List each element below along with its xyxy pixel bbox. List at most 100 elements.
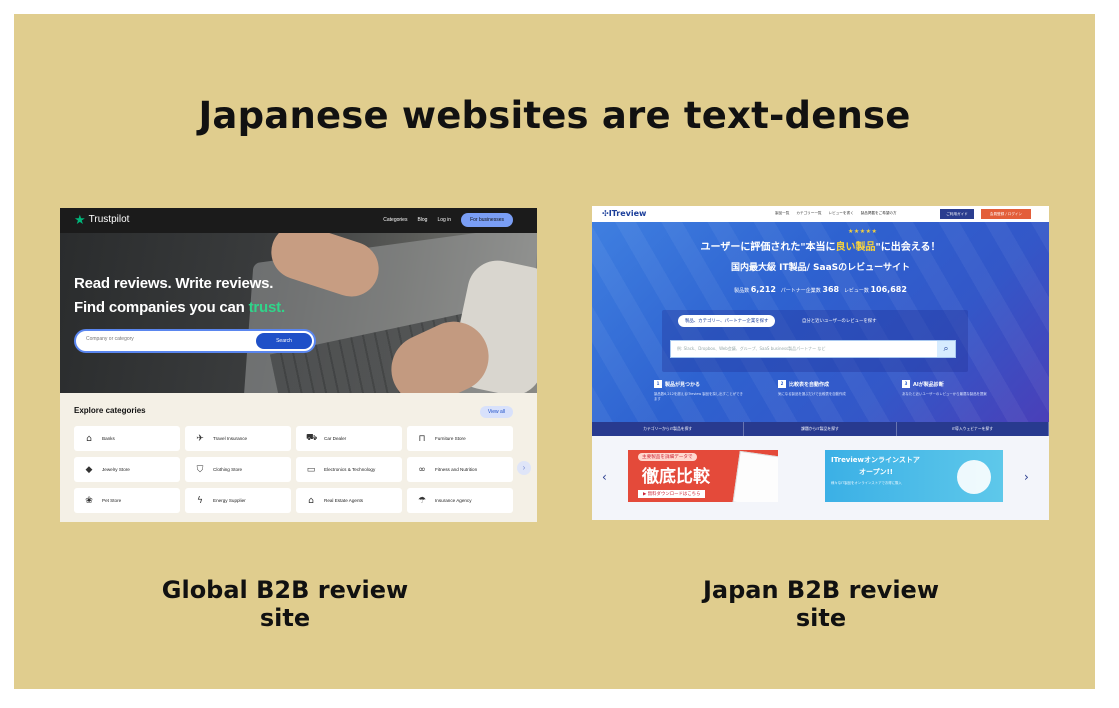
signup-login-button[interactable]: 会員登録 / ログイン	[981, 209, 1031, 219]
category-card-car-dealer[interactable]: ⛟ Car Dealer	[296, 426, 402, 451]
comparison-banner[interactable]: 主要製品を詳細データで 徹底比較 ▶ 無料ダウンロードはこちら	[628, 450, 778, 502]
nav-link-products[interactable]: 製品一覧	[775, 211, 789, 216]
category-label: Car Dealer	[324, 436, 347, 441]
banner-top-text: 主要製品を詳細データで	[638, 453, 697, 461]
airplane-icon: ✈	[196, 433, 204, 444]
feature-text: 製品数6,212を超えるITreview 製品を探し出すことができます	[654, 392, 743, 401]
search-button[interactable]: Search	[256, 333, 312, 349]
feature-text: 気になる製品を選ぶだけで比較表を自動作成	[778, 392, 846, 396]
itreview-nav: ✣ITreview 製品一覧 カテゴリー一覧 レビューを書く 製品掲載をご希望の…	[592, 206, 1049, 222]
feature-title: 2 比較表を自動作成	[778, 380, 870, 388]
category-card-travel-insurance[interactable]: ✈ Travel Insurance	[185, 426, 291, 451]
slide-headline: Japanese websites are text-dense	[198, 94, 911, 137]
nav-link-listing[interactable]: 製品掲載をご希望の方	[861, 211, 897, 216]
trustpilot-hero: Read reviews. Write reviews. Find compan…	[60, 233, 537, 393]
banner-body-text: 様々なIT製品をオンラインストアでお得に購入	[831, 481, 902, 485]
banner-carousel: ‹ 主要製品を詳細データで 徹底比較 ▶ 無料ダウンロードはこちら ITrevi…	[592, 436, 1049, 520]
search-placeholder: Company or category	[86, 336, 134, 342]
trustpilot-search-input[interactable]: Company or category Search	[74, 329, 316, 353]
category-grid: ⌂ Banks ✈ Travel Insurance ⛟ Car Dealer ⊓ Fu…	[74, 426, 513, 513]
tab-product-search[interactable]: 製品、カテゴリー、パートナー企業を探す	[678, 315, 776, 327]
hero-title-prefix: ユーザーに評価された"本当に	[700, 242, 836, 253]
itreview-search-input[interactable]: 例: Slack、Dropbox、Web会議、グループ、SaaS busines…	[670, 340, 956, 358]
feature-item: 3 AIが製品診断 あなたと近いユーザーのレビューから最適な製品を提案	[902, 380, 994, 402]
category-card-electronics[interactable]: ▭ Electronics & Technology	[296, 457, 402, 482]
feature-item: 2 比較表を自動作成 気になる製品を選ぶだけで比較表を自動作成	[778, 380, 870, 402]
tab-user-search[interactable]: 自分と近いユーザーのレビューを探す	[802, 318, 877, 324]
category-label: Jewelry Store	[102, 467, 130, 472]
trustpilot-nav: ★ Trustpilot Categories Blog Log in For …	[60, 208, 537, 233]
hero-heading-accent: trust.	[248, 299, 286, 316]
feature-title-text: AIが製品診断	[913, 381, 944, 388]
category-label: Travel Insurance	[213, 436, 248, 441]
category-card-energy-supplier[interactable]: ϟ Energy Supplier	[185, 488, 291, 513]
view-all-button[interactable]: View all	[479, 406, 513, 418]
for-businesses-button[interactable]: For businesses	[461, 213, 513, 227]
feature-title-text: 比較表を自動作成	[789, 381, 830, 388]
category-label: Clothing Store	[213, 467, 243, 472]
nav-link-categories[interactable]: Categories	[383, 217, 407, 223]
itreview-logo[interactable]: ✣ITreview	[602, 209, 646, 218]
nav-link-write-review[interactable]: レビューを書く	[829, 211, 854, 216]
itreview-nav-links: 製品一覧 カテゴリー一覧 レビューを書く 製品掲載をご希望の方	[775, 211, 897, 216]
category-label: Pet Store	[102, 498, 122, 503]
category-card-banks[interactable]: ⌂ Banks	[74, 426, 180, 451]
slide-background: Japanese websites are text-dense ★ Trust…	[14, 14, 1095, 689]
itreview-hero: ★★★★★ ユーザーに評価された"本当に良い製品"に出会える！ 国内最大級 IT…	[592, 222, 1049, 422]
banner-cta: ▶ 無料ダウンロードはこちら	[638, 490, 706, 498]
lightning-icon: ϟ	[197, 495, 203, 506]
feature-number: 1	[654, 380, 662, 388]
itreview-logo-text: ITreview	[608, 209, 647, 218]
category-label: Fitness and Nutrition	[435, 467, 478, 472]
stat-partners-label: パートナー企業数	[780, 288, 821, 294]
category-bar-item[interactable]: 課題からIT製品を探す	[744, 422, 897, 436]
category-label: Insurance Agency	[435, 498, 472, 503]
logo-mark-icon: ✣	[602, 209, 609, 218]
stat-products-label: 製品数	[734, 288, 750, 294]
category-bar-item[interactable]: カテゴリーからIT製品を探す	[592, 422, 745, 436]
guide-button[interactable]: ご利用ガイド	[940, 209, 974, 219]
chevron-right-icon[interactable]: ›	[1024, 470, 1029, 484]
category-card-real-estate[interactable]: ⌂ Real Estate Agents	[296, 488, 402, 513]
paw-icon: ❀	[85, 495, 93, 506]
feature-title: 3 AIが製品診断	[902, 380, 994, 388]
trustpilot-logo[interactable]: ★ Trustpilot	[74, 213, 129, 226]
itreview-screenshot: ✣ITreview 製品一覧 カテゴリー一覧 レビューを書く 製品掲載をご希望の…	[592, 206, 1049, 520]
category-label: Electronics & Technology	[324, 467, 376, 472]
hero-title-highlight: 良い製品	[835, 242, 876, 253]
feature-text: あなたと近いユーザーのレビューから最適な製品を提案	[902, 392, 987, 396]
online-store-banner[interactable]: ITreviewオンラインストア オープン!! 様々なIT製品をオンラインストア…	[825, 450, 1003, 502]
bank-icon: ⌂	[86, 433, 92, 444]
banner-main-text: ITreviewオンラインストア	[831, 456, 920, 464]
hero-stats: 製品数 6,212 パートナー企業数 368 レビュー数 106,682	[592, 285, 1049, 294]
category-bar: カテゴリーからIT製品を探す 課題からIT製品を探す IT導入ウェビナーを探す	[592, 422, 1049, 436]
category-card-pet-store[interactable]: ❀ Pet Store	[74, 488, 180, 513]
feature-item: 1 製品が見つかる 製品数6,212を超えるITreview 製品を探し出すことが…	[654, 380, 746, 402]
category-card-clothing-store[interactable]: ⛉ Clothing Store	[185, 457, 291, 482]
rating-stars-icon: ★★★★★	[848, 228, 878, 235]
diamond-icon: ◆	[85, 464, 93, 475]
hero-subtitle: 国内最大級 IT製品/ SaaSのレビューサイト	[731, 263, 910, 273]
caption-global: Global B2B review site	[161, 576, 409, 632]
category-card-insurance-agency[interactable]: ☂ Insurance Agency	[407, 488, 513, 513]
caption-japan: Japan B2B review site	[702, 576, 939, 632]
feature-title: 1 製品が見つかる	[654, 380, 746, 388]
trustpilot-screenshot: ★ Trustpilot Categories Blog Log in For …	[60, 208, 537, 522]
search-icon[interactable]: ⌕	[937, 341, 955, 357]
stat-reviews-label: レビュー数	[843, 288, 869, 294]
nav-link-login[interactable]: Log in	[437, 217, 451, 223]
sofa-icon: ⊓	[418, 433, 426, 444]
search-placeholder: 例: Slack、Dropbox、Web会議、グループ、SaaS busines…	[677, 346, 826, 351]
category-label: Real Estate Agents	[324, 498, 364, 503]
chevron-left-icon[interactable]: ‹	[602, 470, 607, 484]
feature-number: 3	[902, 380, 910, 388]
hero-heading-line1: Read reviews. Write reviews.	[74, 275, 274, 292]
shirt-icon: ⛉	[196, 464, 204, 475]
nav-link-categories[interactable]: カテゴリー一覧	[796, 211, 821, 216]
chevron-right-icon[interactable]: ›	[517, 461, 531, 475]
nav-link-blog[interactable]: Blog	[417, 217, 427, 223]
category-bar-item[interactable]: IT導入ウェビナーを探す	[897, 422, 1049, 436]
category-card-furniture-store[interactable]: ⊓ Furniture Store	[407, 426, 513, 451]
category-card-fitness[interactable]: ∞ Fitness and Nutrition	[407, 457, 513, 482]
category-card-jewelry-store[interactable]: ◆ Jewelry Store	[74, 457, 180, 482]
